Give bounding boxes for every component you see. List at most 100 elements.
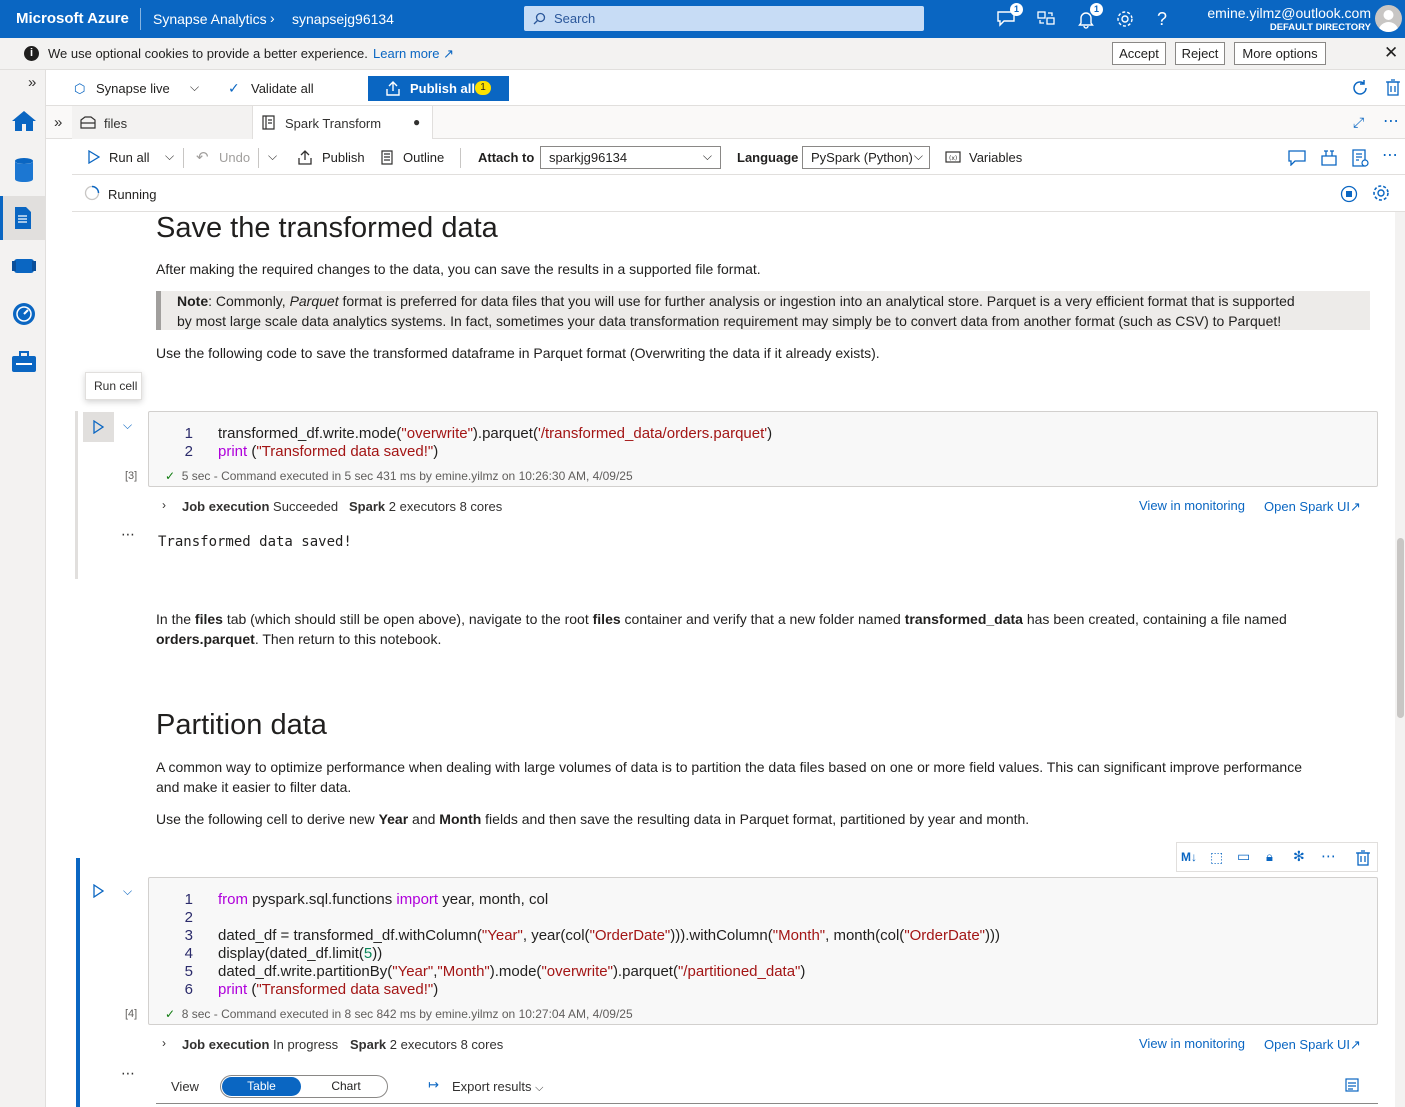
publish-button[interactable]: Publish: [322, 150, 365, 165]
directory-switch-icon[interactable]: [1036, 9, 1056, 29]
refresh-icon[interactable]: [1351, 79, 1369, 97]
code-cell-4[interactable]: 123456 from pyspark.sql.functions import…: [148, 877, 1378, 1025]
undo-button[interactable]: Undo: [219, 150, 250, 165]
export-results-button[interactable]: Export results ⌵: [452, 1079, 543, 1095]
nav-integrate[interactable]: [0, 244, 46, 288]
synapse-live-dropdown[interactable]: Synapse live: [96, 81, 170, 96]
notifications-bell-icon[interactable]: 1: [1076, 3, 1103, 29]
expand-job-chevron-icon[interactable]: ›: [162, 1036, 166, 1050]
nav-manage[interactable]: [0, 340, 46, 384]
collapse-cell-chevron-icon[interactable]: ⌵: [123, 884, 132, 899]
divider: [183, 148, 184, 168]
nav-monitor[interactable]: [0, 292, 46, 336]
run-cell-button[interactable]: [83, 412, 114, 442]
publish-icon: [298, 150, 312, 165]
breadcrumb-synapse-analytics[interactable]: Synapse Analytics: [153, 11, 267, 27]
reject-button[interactable]: Reject: [1175, 42, 1225, 65]
run-cell-button[interactable]: [93, 883, 105, 901]
run-cell-tooltip: Run cell: [85, 372, 142, 400]
chevron-down-icon: ⌵: [702, 149, 712, 163]
tab-files[interactable]: files: [72, 106, 253, 139]
cell-toolbar: M↓ ⬚ ▭ 🔒︎ ✻ ⋯: [1176, 842, 1378, 872]
code-cell-3[interactable]: 12 transformed_df.write.mode("overwrite"…: [148, 411, 1378, 487]
view-table-option[interactable]: Table: [222, 1077, 301, 1096]
output-settings-icon[interactable]: [1345, 1078, 1359, 1092]
nav-home[interactable]: [0, 100, 46, 144]
external-link-icon: ↗: [1350, 499, 1361, 514]
play-icon: [93, 420, 104, 434]
workspace-toolbar: ⬡ Synapse live ⌵ ✓ Validate all Publish …: [46, 70, 1405, 106]
discard-icon[interactable]: [1385, 79, 1401, 97]
divider: [258, 148, 259, 168]
freeze-snowflake-icon[interactable]: ✻: [1293, 848, 1305, 865]
more-options-button[interactable]: More options: [1234, 42, 1326, 65]
nav-develop[interactable]: [0, 196, 46, 240]
run-all-chevron-down-icon[interactable]: ⌵: [165, 149, 174, 164]
run-all-button[interactable]: Run all: [109, 150, 149, 165]
validate-all-button[interactable]: Validate all: [251, 81, 314, 96]
search-input[interactable]: Search: [524, 6, 924, 31]
more-icon[interactable]: ⋯: [1382, 145, 1398, 165]
help-icon[interactable]: ?: [1157, 9, 1177, 29]
properties-icon[interactable]: [1320, 149, 1338, 167]
comments-icon[interactable]: [1288, 150, 1306, 166]
more-icon[interactable]: ⋯: [1321, 847, 1336, 865]
attach-to-label: Attach to: [478, 150, 535, 165]
outline-button[interactable]: Outline: [403, 150, 444, 165]
toolbox-icon: [12, 351, 36, 372]
view-label: View: [171, 1079, 199, 1094]
breadcrumb-workspace[interactable]: synapsejg96134: [292, 11, 394, 27]
markdown-icon[interactable]: M↓: [1181, 850, 1197, 864]
feedback-icon[interactable]: 1: [996, 3, 1023, 29]
code-text: transformed_df.write.mode("overwrite").p…: [218, 425, 773, 460]
view-in-monitoring-link[interactable]: View in monitoring: [1139, 1036, 1245, 1051]
azure-brand[interactable]: Microsoft Azure: [16, 10, 129, 27]
job-execution-summary: Job execution In progress: [182, 1037, 339, 1052]
chevron-down-icon[interactable]: ⌵: [190, 80, 199, 95]
convert-cell-icon[interactable]: ⬚: [1210, 849, 1223, 866]
expand-nav-icon[interactable]: »: [28, 74, 36, 91]
view-in-monitoring-link[interactable]: View in monitoring: [1139, 498, 1245, 513]
spinner-icon: [84, 185, 100, 201]
more-icon[interactable]: ⋯: [1383, 111, 1400, 131]
nav-data[interactable]: [0, 148, 46, 192]
stop-session-icon[interactable]: [1340, 185, 1358, 203]
settings-gear-icon[interactable]: [1115, 9, 1135, 29]
account-info[interactable]: emine.yilmz@outlook.com DEFAULT DIRECTOR…: [1207, 5, 1371, 33]
tab-spark-transform[interactable]: Spark Transform ●: [253, 106, 433, 139]
search-placeholder: Search: [554, 11, 596, 26]
publish-all-button[interactable]: Publish all 1: [368, 76, 509, 101]
scrollbar-thumb[interactable]: [1397, 538, 1404, 718]
open-spark-ui-link[interactable]: Open Spark UI↗: [1264, 1037, 1361, 1053]
line-numbers: 123456: [184, 891, 193, 998]
variables-button[interactable]: Variables: [969, 150, 1022, 165]
settings-gear-icon[interactable]: [1372, 184, 1390, 202]
cell-exec-status: ✓ 5 sec - Command executed in 5 sec 431 …: [165, 469, 633, 483]
maximize-icon[interactable]: ⤢: [1353, 114, 1364, 131]
close-icon[interactable]: ✕: [1384, 43, 1398, 63]
comment-icon[interactable]: ▭: [1237, 848, 1250, 865]
open-spark-ui-link[interactable]: Open Spark UI↗: [1264, 499, 1361, 515]
view-chart-option[interactable]: Chart: [307, 1077, 385, 1096]
job-execution-summary: Job execution Succeeded: [182, 499, 339, 514]
output-more-icon[interactable]: ⋯: [121, 1065, 135, 1082]
avatar[interactable]: [1375, 5, 1402, 32]
search-icon: [533, 12, 546, 25]
undo-chevron-down-icon[interactable]: ⌵: [268, 149, 277, 164]
attach-to-select[interactable]: sparkjg96134 ⌵: [540, 146, 721, 169]
collapse-icon[interactable]: »: [54, 114, 62, 131]
delete-cell-icon[interactable]: [1356, 850, 1370, 866]
external-link-icon: ↗: [1350, 1037, 1361, 1052]
code-text: from pyspark.sql.functions import year, …: [218, 891, 1000, 998]
session-config-icon[interactable]: [1351, 149, 1369, 167]
pipeline-icon: [12, 259, 36, 273]
unsaved-dot-icon[interactable]: ●: [413, 115, 420, 129]
cell-exec-status: ✓ 8 sec - Command executed in 8 sec 842 …: [165, 1007, 633, 1021]
learn-more-link[interactable]: Learn more ↗: [373, 46, 454, 62]
output-more-icon[interactable]: ⋯: [121, 526, 135, 543]
lock-icon[interactable]: 🔒︎: [1266, 849, 1273, 865]
expand-job-chevron-icon[interactable]: ›: [162, 498, 166, 512]
language-select[interactable]: PySpark (Python) ⌵: [802, 146, 930, 169]
collapse-cell-chevron-icon[interactable]: ⌵: [123, 418, 132, 433]
accept-button[interactable]: Accept: [1112, 42, 1166, 65]
